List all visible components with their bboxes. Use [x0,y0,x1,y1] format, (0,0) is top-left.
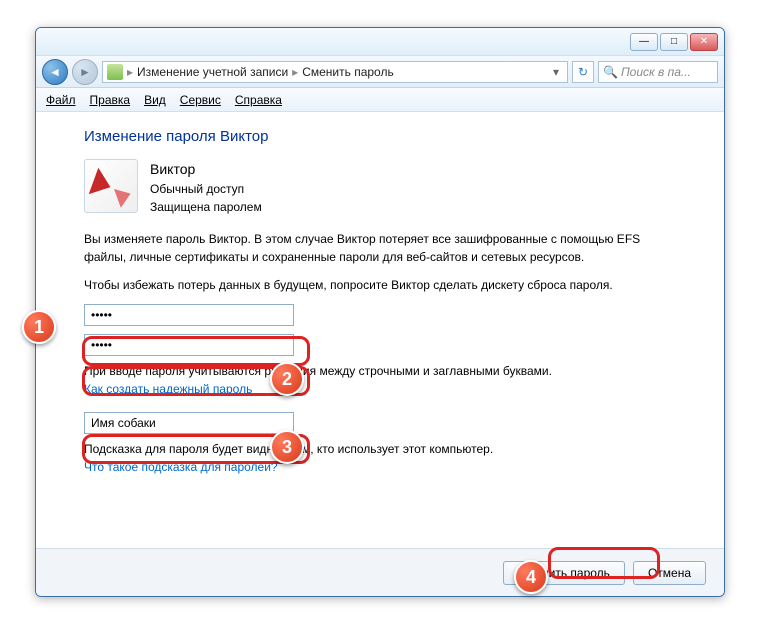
search-icon: 🔍 [603,65,618,79]
breadcrumb-segment-1[interactable]: Изменение учетной записи [137,65,288,79]
minimize-icon: — [639,36,649,47]
refresh-button[interactable]: ↻ [572,61,594,83]
case-sensitivity-hint: При вводе пароля учитываются различия ме… [84,364,696,378]
close-icon: ✕ [700,36,708,47]
refresh-icon: ↻ [578,65,588,79]
what-is-hint-link[interactable]: Что такое подсказка для паролей? [84,460,278,474]
change-password-button[interactable]: Сменить пароль [503,561,625,585]
navbar: ◄ ► ▸ Изменение учетной записи ▸ Сменить… [36,56,724,88]
hint-visibility-note: Подсказка для пароля будет видна всем, к… [84,442,696,456]
password-hint-input[interactable] [84,412,294,434]
maximize-icon: □ [671,36,677,47]
menubar: Файл Правка Вид Сервис Справка [36,88,724,112]
avatar [84,159,138,213]
warning-text-2: Чтобы избежать потерь данных в будущем, … [84,276,664,294]
menu-view[interactable]: Вид [144,93,166,107]
nav-back-button[interactable]: ◄ [42,59,68,85]
arrow-right-icon: ► [79,65,91,79]
chevron-right-icon: ▸ [127,65,133,79]
user-role: Обычный доступ [150,180,262,198]
menu-help[interactable]: Справка [235,93,282,107]
breadcrumb[interactable]: ▸ Изменение учетной записи ▸ Сменить пар… [102,61,568,83]
minimize-button[interactable]: — [630,33,658,51]
footer: Сменить пароль Отмена [36,548,724,596]
control-panel-icon [107,64,123,80]
search-placeholder: Поиск в па... [621,65,691,79]
strong-password-link[interactable]: Как создать надежный пароль [84,382,252,396]
warning-text-1: Вы изменяете пароль Виктор. В этом случа… [84,230,664,266]
menu-tools[interactable]: Сервис [180,93,221,107]
window-frame: — □ ✕ ◄ ► ▸ Изменение учетной записи ▸ С… [35,27,725,597]
menu-edit[interactable]: Правка [90,93,131,107]
cancel-button[interactable]: Отмена [633,561,706,585]
user-status: Защищена паролем [150,198,262,216]
nav-forward-button[interactable]: ► [72,59,98,85]
new-password-input[interactable] [84,304,294,326]
user-text: Виктор Обычный доступ Защищена паролем [150,159,262,216]
breadcrumb-dropdown[interactable]: ▾ [549,65,563,79]
chevron-right-icon: ▸ [292,65,298,79]
user-name: Виктор [150,159,262,180]
titlebar: — □ ✕ [36,28,724,56]
close-button[interactable]: ✕ [690,33,718,51]
content-area: Изменение пароля Виктор Виктор Обычный д… [36,112,724,548]
maximize-button[interactable]: □ [660,33,688,51]
menu-file[interactable]: Файл [46,93,76,107]
arrow-left-icon: ◄ [49,65,61,79]
user-block: Виктор Обычный доступ Защищена паролем [84,159,696,216]
page-title: Изменение пароля Виктор [84,128,696,145]
search-input[interactable]: 🔍 Поиск в па... [598,61,718,83]
confirm-password-input[interactable] [84,334,294,356]
breadcrumb-segment-2[interactable]: Сменить пароль [302,65,394,79]
